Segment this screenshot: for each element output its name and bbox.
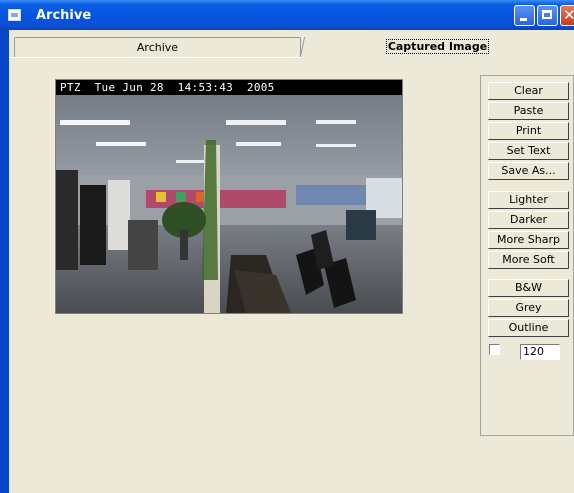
window-title: Archive (36, 8, 92, 23)
darker-button[interactable]: Darker (488, 211, 569, 229)
tab-captured-image[interactable]: Captured Image (301, 37, 574, 57)
more-sharp-button[interactable]: More Sharp (488, 231, 569, 249)
set-text-button[interactable]: Set Text (488, 142, 569, 160)
more-soft-button[interactable]: More Soft (488, 251, 569, 269)
tab-archive[interactable]: Archive (14, 37, 301, 57)
office-camera-image (56, 80, 402, 313)
bw-button[interactable]: B&W (488, 279, 569, 297)
paste-button[interactable]: Paste (488, 102, 569, 120)
maximize-button[interactable] (537, 5, 558, 26)
client-area: Archive Captured Image PTZ Tue Jun 28 14… (9, 30, 574, 493)
grey-button[interactable]: Grey (488, 299, 569, 317)
print-button[interactable]: Print (488, 122, 569, 140)
threshold-checkbox[interactable] (489, 344, 500, 355)
timestamp-overlay: PTZ Tue Jun 28 14:53:43 2005 (56, 80, 402, 95)
minimize-button[interactable] (514, 5, 535, 26)
threshold-input[interactable]: 120 (520, 344, 560, 360)
archive-window: Archive ✕ Archive Captured Image PTZ Tue… (0, 0, 574, 493)
app-icon (8, 9, 21, 21)
close-button[interactable]: ✕ (560, 5, 574, 26)
window-border (0, 30, 9, 493)
tab-captured-image-label: Captured Image (385, 39, 490, 54)
save-as-button[interactable]: Save As... (488, 162, 569, 180)
outline-button[interactable]: Outline (488, 319, 569, 337)
tab-underline (9, 57, 301, 58)
title-bar[interactable]: Archive ✕ (0, 0, 574, 30)
lighter-button[interactable]: Lighter (488, 191, 569, 209)
edit-tools-panel: Clear Paste Print Set Text Save As... Li… (480, 75, 574, 436)
close-icon: ✕ (563, 6, 574, 24)
captured-image[interactable]: PTZ Tue Jun 28 14:53:43 2005 (55, 79, 403, 314)
timestamp-text: PTZ Tue Jun 28 14:53:43 2005 (60, 81, 275, 94)
clear-button[interactable]: Clear (488, 82, 569, 100)
